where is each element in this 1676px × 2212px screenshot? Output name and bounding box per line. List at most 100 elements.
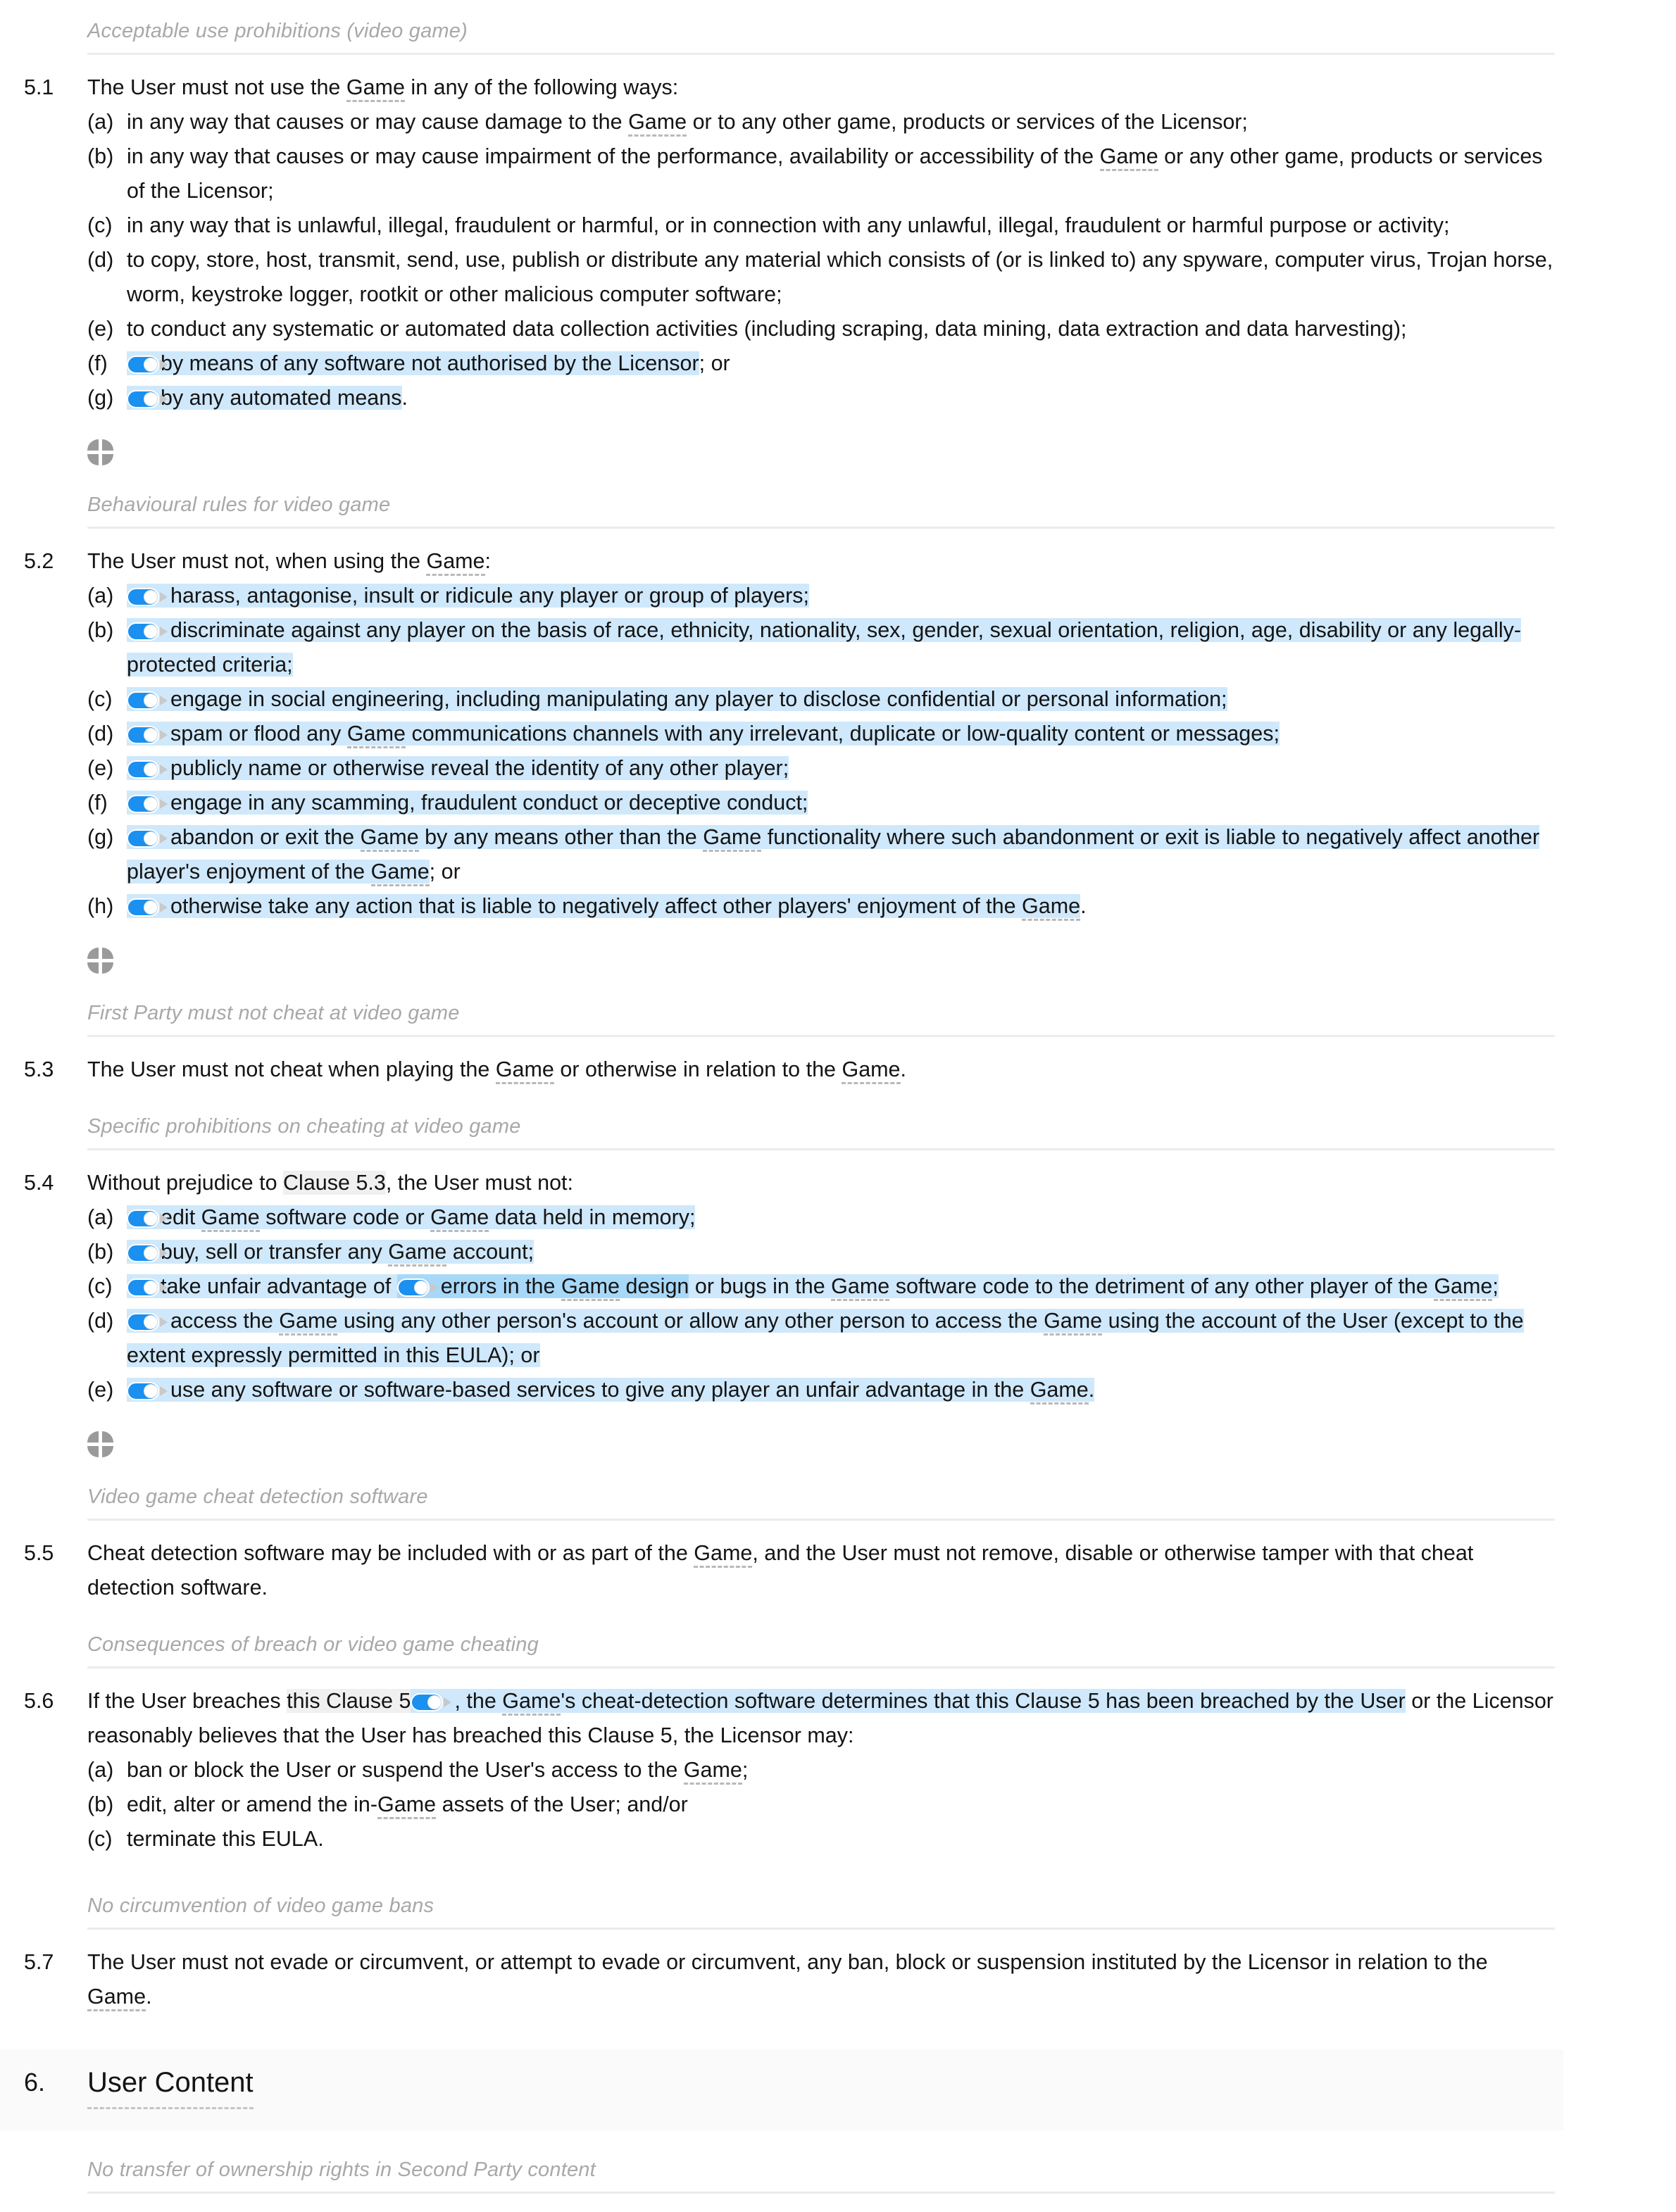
side-heading-label: No transfer of ownership rights in Secon… xyxy=(87,2158,596,2181)
list-marker: (f) xyxy=(87,791,108,815)
defined-term-game: Game xyxy=(346,75,405,102)
defined-term-game: Game xyxy=(426,549,485,576)
heading-rule xyxy=(87,1666,1555,1669)
list-marker: (c) xyxy=(87,1274,113,1298)
toggle-switch-on-icon[interactable] xyxy=(127,356,168,374)
list-item: (b) buy, sell or transfer any Game accou… xyxy=(87,1235,1555,1269)
list-text: otherwise take any action that is liable… xyxy=(127,889,1555,924)
list-text: ban or block the User or suspend the Use… xyxy=(127,1753,1555,1787)
heading-rule xyxy=(87,1035,1555,1037)
side-heading-label: Specific prohibitions on cheating at vid… xyxy=(87,1115,521,1138)
list-text: to conduct any systematic or automated d… xyxy=(127,317,1407,341)
highlighted-optional-text: use any software or software-based servi… xyxy=(127,1378,1095,1405)
defined-term-game: Game xyxy=(495,1057,554,1084)
triangle-right-icon xyxy=(160,696,168,705)
toggle-switch-on-icon[interactable] xyxy=(127,1382,168,1400)
toggle-switch-on-icon[interactable] xyxy=(396,1278,438,1297)
defined-term-game: Game xyxy=(502,1689,561,1716)
list-text: engage in any scamming, fraudulent condu… xyxy=(127,786,1555,820)
defined-term-game: Game xyxy=(1030,1378,1089,1405)
list-marker: (h) xyxy=(87,894,114,918)
list-item: (c) in any way that is unlawful, illegal… xyxy=(87,208,1555,243)
defined-term-game: Game xyxy=(683,1758,742,1785)
side-heading-consequences: Consequences of breach or video game che… xyxy=(0,1629,1563,1669)
list-item: (e) use any software or software-based s… xyxy=(87,1373,1555,1407)
list-marker: (f) xyxy=(87,351,108,375)
toggle-switch-on-icon[interactable] xyxy=(127,691,168,710)
list-text: harass, antagonise, insult or ridicule a… xyxy=(127,579,1555,613)
toggle-switch-on-icon[interactable] xyxy=(127,726,168,744)
list-item: (a) edit Game software code or Game data… xyxy=(87,1200,1555,1235)
toggle-switch-on-icon[interactable] xyxy=(127,829,168,848)
quadrant-marker-row-2 xyxy=(0,948,1563,974)
list-marker: (c) xyxy=(87,1827,113,1851)
highlighted-optional-text: access the Game using any other person's… xyxy=(127,1309,1524,1367)
quadrant-circle-icon[interactable] xyxy=(87,439,113,465)
triangle-right-icon xyxy=(160,1283,168,1293)
list-marker: (d) xyxy=(87,248,114,272)
triangle-right-icon xyxy=(160,627,168,636)
triangle-right-icon xyxy=(160,592,168,602)
triangle-right-icon xyxy=(160,1214,168,1224)
clause-5-6: 5.6 If the User breaches this Clause 5, … xyxy=(0,1684,1563,1856)
clause-number: 5.4 xyxy=(24,1171,54,1195)
list-marker: (b) xyxy=(87,618,114,642)
toggle-switch-on-icon[interactable] xyxy=(127,795,168,813)
toggle-switch-on-icon[interactable] xyxy=(411,1693,452,1711)
sub-list: (a) harass, antagonise, insult or ridicu… xyxy=(87,579,1555,924)
toggle-switch-on-icon[interactable] xyxy=(127,588,168,606)
clause-body: Cheat detection software may be included… xyxy=(87,1541,1474,1600)
list-text: access the Game using any other person's… xyxy=(127,1304,1555,1373)
list-item: (c) engage in social engineering, includ… xyxy=(87,682,1555,717)
toggle-switch-on-icon[interactable] xyxy=(127,898,168,917)
list-marker: (d) xyxy=(87,722,114,746)
toggle-switch-on-icon[interactable] xyxy=(127,1313,168,1331)
clause-body: Without prejudice to Clause 5.3, the Use… xyxy=(87,1166,1563,1407)
toggle-switch-on-icon[interactable] xyxy=(127,390,168,408)
side-heading-label: Video game cheat detection software xyxy=(87,1485,428,1508)
clause-number: 5.3 xyxy=(24,1057,54,1081)
triangle-right-icon xyxy=(160,1386,168,1396)
list-text: edit, alter or amend the in-Game assets … xyxy=(127,1787,1555,1822)
heading-rule xyxy=(87,527,1555,529)
list-marker: (a) xyxy=(87,584,114,608)
list-marker: (a) xyxy=(87,1205,114,1229)
defined-term-game: Game xyxy=(360,825,419,852)
quadrant-circle-icon[interactable] xyxy=(87,1431,113,1457)
cross-reference-link[interactable]: Clause 5.3 xyxy=(283,1171,386,1195)
quadrant-circle-icon[interactable] xyxy=(87,948,113,974)
clause-body: The User must not use the Game in any of… xyxy=(87,70,1563,415)
list-text: by any automated means. xyxy=(127,381,1555,415)
cross-reference-link[interactable]: this Clause 5 xyxy=(287,1689,411,1713)
list-item: (b) in any way that causes or may cause … xyxy=(87,139,1555,208)
list-marker: (c) xyxy=(87,687,113,711)
toggle-switch-on-icon[interactable] xyxy=(127,1278,168,1297)
defined-term-game: Game xyxy=(842,1057,901,1084)
clause-body: If the User breaches this Clause 5, the … xyxy=(87,1684,1563,1856)
sub-list: (a) ban or block the User or suspend the… xyxy=(87,1753,1555,1856)
side-heading-cheat-detection: Video game cheat detection software xyxy=(0,1481,1563,1521)
toggle-switch-on-icon[interactable] xyxy=(127,622,168,641)
list-marker: (b) xyxy=(87,144,114,168)
section-number: 6. xyxy=(24,2068,46,2097)
list-item: (a) in any way that causes or may cause … xyxy=(87,105,1555,139)
list-item: (e) publicly name or otherwise reveal th… xyxy=(87,751,1555,786)
list-text: engage in social engineering, including … xyxy=(127,682,1555,717)
list-text: terminate this EULA. xyxy=(127,1827,324,1851)
list-item: (f) engage in any scamming, fraudulent c… xyxy=(87,786,1555,820)
list-marker: (a) xyxy=(87,1758,114,1782)
clause-5-2: 5.2 The User must not, when using the Ga… xyxy=(0,544,1563,924)
toggle-switch-on-icon[interactable] xyxy=(127,1209,168,1228)
list-text: discriminate against any player on the b… xyxy=(127,613,1555,682)
triangle-right-icon xyxy=(160,360,168,370)
list-text: publicly name or otherwise reveal the id… xyxy=(127,751,1555,786)
toggle-switch-on-icon[interactable] xyxy=(127,760,168,779)
highlighted-optional-text: otherwise take any action that is liable… xyxy=(127,894,1081,921)
list-item: (b) discriminate against any player on t… xyxy=(87,613,1555,682)
toggle-switch-on-icon[interactable] xyxy=(127,1244,168,1262)
quadrant-marker-row-3 xyxy=(0,1431,1563,1457)
list-item: (a) ban or block the User or suspend the… xyxy=(87,1753,1555,1787)
clause-number: 5.1 xyxy=(24,75,54,99)
side-heading-no-circumvention: No circumvention of video game bans xyxy=(0,1890,1563,1930)
side-heading-no-transfer: No transfer of ownership rights in Secon… xyxy=(0,2154,1563,2194)
